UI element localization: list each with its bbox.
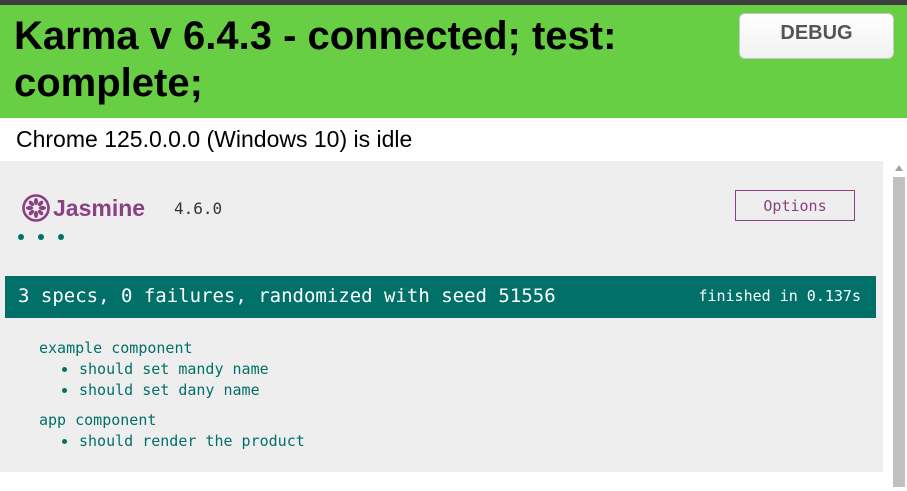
spec-item: should set mandy name [39, 359, 305, 380]
jasmine-logo-text: Jasmine [53, 194, 146, 221]
karma-status-title: Karma v 6.4.3 - connected; test: complet… [14, 14, 617, 105]
options-button[interactable]: Options [735, 190, 855, 221]
scroll-thumb[interactable] [893, 177, 905, 487]
suite: app component should render the product [39, 410, 305, 452]
passed-spec-dot[interactable] [38, 234, 44, 240]
duration-text: finished in 0.137s [698, 287, 861, 305]
spec-link[interactable]: should set mandy name [61, 360, 269, 378]
frame-scrollbar[interactable] [891, 161, 907, 491]
bullet-icon [62, 388, 67, 393]
bullet-icon [62, 367, 67, 372]
jasmine-flower-icon [22, 194, 50, 222]
suite-name[interactable]: app component [39, 410, 305, 431]
jasmine-version: 4.6.0 [174, 199, 223, 218]
spec-progress-dots [18, 234, 64, 240]
bullet-icon [62, 439, 67, 444]
scroll-up-arrow-icon[interactable] [895, 165, 903, 171]
passed-spec-dot[interactable] [18, 234, 24, 240]
jasmine-logo[interactable]: Jasmine [22, 194, 145, 222]
summary-text[interactable]: 3 specs, 0 failures, randomized with see… [18, 285, 556, 307]
spec-link[interactable]: should render the product [61, 432, 305, 450]
browser-status: Chrome 125.0.0.0 (Windows 10) is idle [16, 126, 413, 152]
debug-button[interactable]: DEBUG [739, 13, 894, 59]
spec-item: should render the product [39, 431, 305, 452]
suite-name[interactable]: example component [39, 338, 305, 359]
spec-results-list: example component should set mandy name … [39, 338, 305, 461]
passed-spec-dot[interactable] [58, 234, 64, 240]
suite: example component should set mandy name … [39, 338, 305, 401]
karma-banner: Karma v 6.4.3 - connected; test: complet… [0, 5, 907, 118]
results-summary-bar: 3 specs, 0 failures, randomized with see… [5, 276, 876, 318]
spec-link[interactable]: should set dany name [61, 381, 260, 399]
spec-item: should set dany name [39, 380, 305, 401]
